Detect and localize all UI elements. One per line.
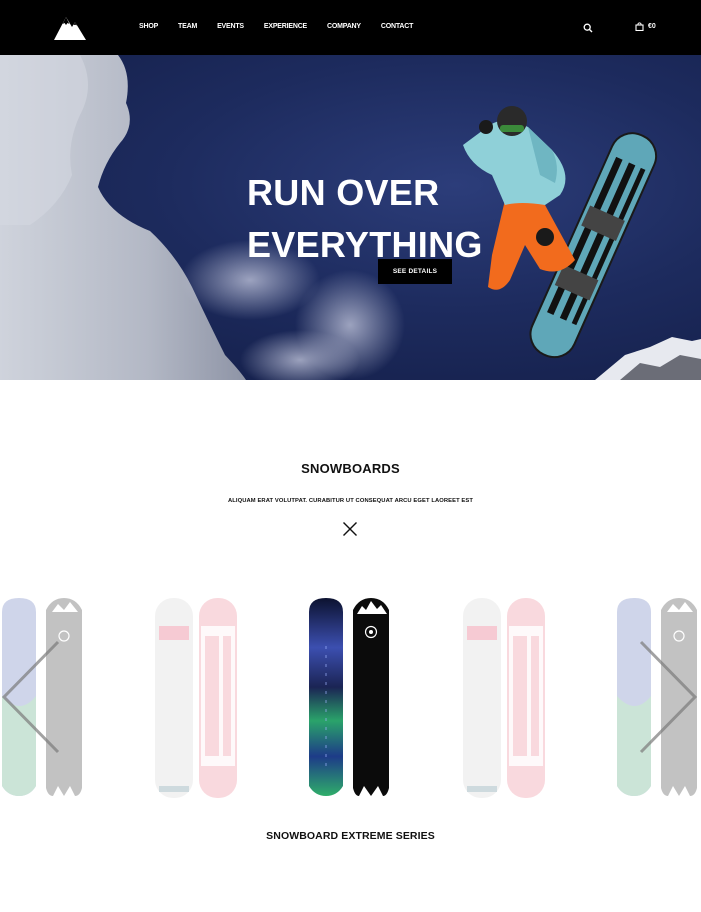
section-subtitle: ALIQUAM ERAT VOLUTPAT. CURABITUR UT CONS… xyxy=(227,498,473,504)
carousel-item[interactable] xyxy=(461,596,547,802)
nav-item-company[interactable]: COMPANY xyxy=(327,22,361,32)
nav-item-contact[interactable]: CONTACT xyxy=(381,22,414,32)
cart-button[interactable]: €0 xyxy=(635,22,656,31)
search-icon[interactable] xyxy=(583,23,593,33)
top-navigation-bar: SHOP TEAM EVENTS EXPERIENCE COMPANY CONT… xyxy=(0,0,701,55)
product-title: SNOWBOARD EXTREME SERIES xyxy=(266,830,435,842)
nav-item-events[interactable]: EVENTS xyxy=(217,22,244,32)
section-title: SNOWBOARDS xyxy=(301,461,400,476)
cross-icon xyxy=(343,522,357,536)
snowboarder-figure xyxy=(463,106,658,359)
shopping-bag-icon xyxy=(635,22,644,31)
nav-item-shop[interactable]: SHOP xyxy=(139,22,158,32)
chevron-right-icon[interactable] xyxy=(639,640,699,754)
nav-item-experience[interactable]: EXPERIENCE xyxy=(264,22,307,32)
main-nav: SHOP TEAM EVENTS EXPERIENCE COMPANY CONT… xyxy=(139,22,433,32)
chevron-left-icon[interactable] xyxy=(0,640,60,754)
hero-title-line-1: RUN OVER xyxy=(247,172,440,213)
cart-amount: €0 xyxy=(648,23,656,30)
carousel-item[interactable] xyxy=(153,596,239,802)
nav-item-team[interactable]: TEAM xyxy=(178,22,197,32)
mountain-logo-icon[interactable] xyxy=(52,13,88,41)
product-carousel xyxy=(0,596,701,804)
hero-banner: RUN OVER EVERYTHING SEE DETAILS xyxy=(0,55,701,380)
see-details-button[interactable]: SEE DETAILS xyxy=(378,259,452,284)
carousel-item-active[interactable] xyxy=(307,596,393,802)
hero-title: RUN OVER EVERYTHING xyxy=(247,167,483,271)
